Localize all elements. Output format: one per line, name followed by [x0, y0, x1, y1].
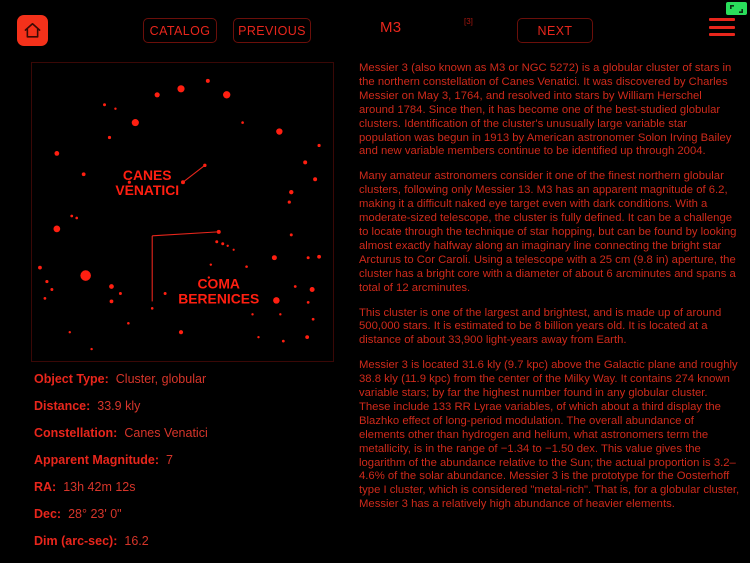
info-row-ra: RA: 13h 42m 12s: [34, 480, 354, 498]
object-title: M3: [380, 19, 402, 36]
info-row-apparent-magnitude: Apparent Magnitude: 7: [34, 453, 354, 471]
description-paragraph: Messier 3 is located 31.6 kly (9.7 kpc) …: [359, 359, 740, 511]
info-label: Distance:: [34, 399, 91, 413]
info-row-object-type: Object Type: Cluster, globular: [34, 372, 354, 390]
info-label: Object Type:: [34, 372, 109, 386]
object-reference-marker[interactable]: [3]: [464, 17, 473, 26]
description-paragraph: Many amateur astronomers consider it one…: [359, 170, 737, 294]
info-value: 16.2: [124, 534, 149, 548]
catalog-button[interactable]: CATALOG: [143, 18, 217, 43]
previous-button-label: PREVIOUS: [238, 23, 306, 38]
info-value: 28° 23' 0": [68, 507, 122, 521]
app-root: CATALOG PREVIOUS M3 [3] NEXT CANES VENAT…: [0, 0, 750, 563]
home-button[interactable]: [17, 15, 48, 46]
info-label: RA:: [34, 480, 57, 494]
canes-venatici-line1: CANES: [123, 167, 172, 183]
info-row-dim: Dim (arc-sec): 16.2: [34, 534, 354, 552]
star-field: [38, 78, 321, 351]
info-row-distance: Distance: 33.9 kly: [34, 399, 354, 417]
top-navigation-bar: CATALOG PREVIOUS M3 [3] NEXT: [0, 0, 750, 52]
menu-bar-1: [709, 18, 735, 21]
fullscreen-expand-icon[interactable]: [726, 2, 747, 15]
info-value: Canes Venatici: [124, 426, 208, 440]
next-button-label: NEXT: [537, 23, 573, 38]
coma-berenices-line2: BERENICES: [178, 290, 259, 306]
hamburger-menu-icon[interactable]: [709, 16, 735, 38]
menu-bar-3: [709, 33, 735, 36]
catalog-button-label: CATALOG: [149, 23, 211, 38]
description-paragraph: Messier 3 (also known as M3 or NGC 5272)…: [359, 62, 732, 158]
previous-button[interactable]: PREVIOUS: [233, 18, 311, 43]
constellation-label-canes-venatici: CANES VENATICI: [115, 167, 179, 198]
info-row-dec: Dec: 28° 23' 0": [34, 507, 354, 525]
object-info-table: Object Type: Cluster, globular Distance:…: [34, 372, 354, 561]
info-label: Dec:: [34, 507, 62, 521]
object-description-panel: Messier 3 (also known as M3 or NGC 5272)…: [359, 62, 740, 542]
info-value: 33.9 kly: [97, 399, 141, 413]
description-paragraph: This cluster is one of the largest and b…: [359, 306, 722, 347]
info-label: Constellation:: [34, 426, 118, 440]
constellation-label-coma-berenices: COMA BERENICES: [178, 275, 259, 306]
info-value: 13h 42m 12s: [63, 480, 136, 494]
info-label: Apparent Magnitude:: [34, 453, 159, 467]
info-value: 7: [166, 453, 173, 467]
home-icon: [23, 21, 42, 40]
star-chart-svg: CANES VENATICI COMA BERENICES: [38, 78, 321, 351]
info-row-constellation: Constellation: Canes Venatici: [34, 426, 354, 444]
info-value: Cluster, globular: [115, 372, 207, 386]
canes-venatici-line2: VENATICI: [115, 182, 179, 198]
coma-berenices-line1: COMA: [198, 275, 240, 291]
star-chart-panel[interactable]: CANES VENATICI COMA BERENICES: [31, 62, 334, 362]
menu-bar-2: [709, 25, 735, 29]
info-label: Dim (arc-sec):: [34, 534, 118, 548]
next-button[interactable]: NEXT: [517, 18, 593, 43]
